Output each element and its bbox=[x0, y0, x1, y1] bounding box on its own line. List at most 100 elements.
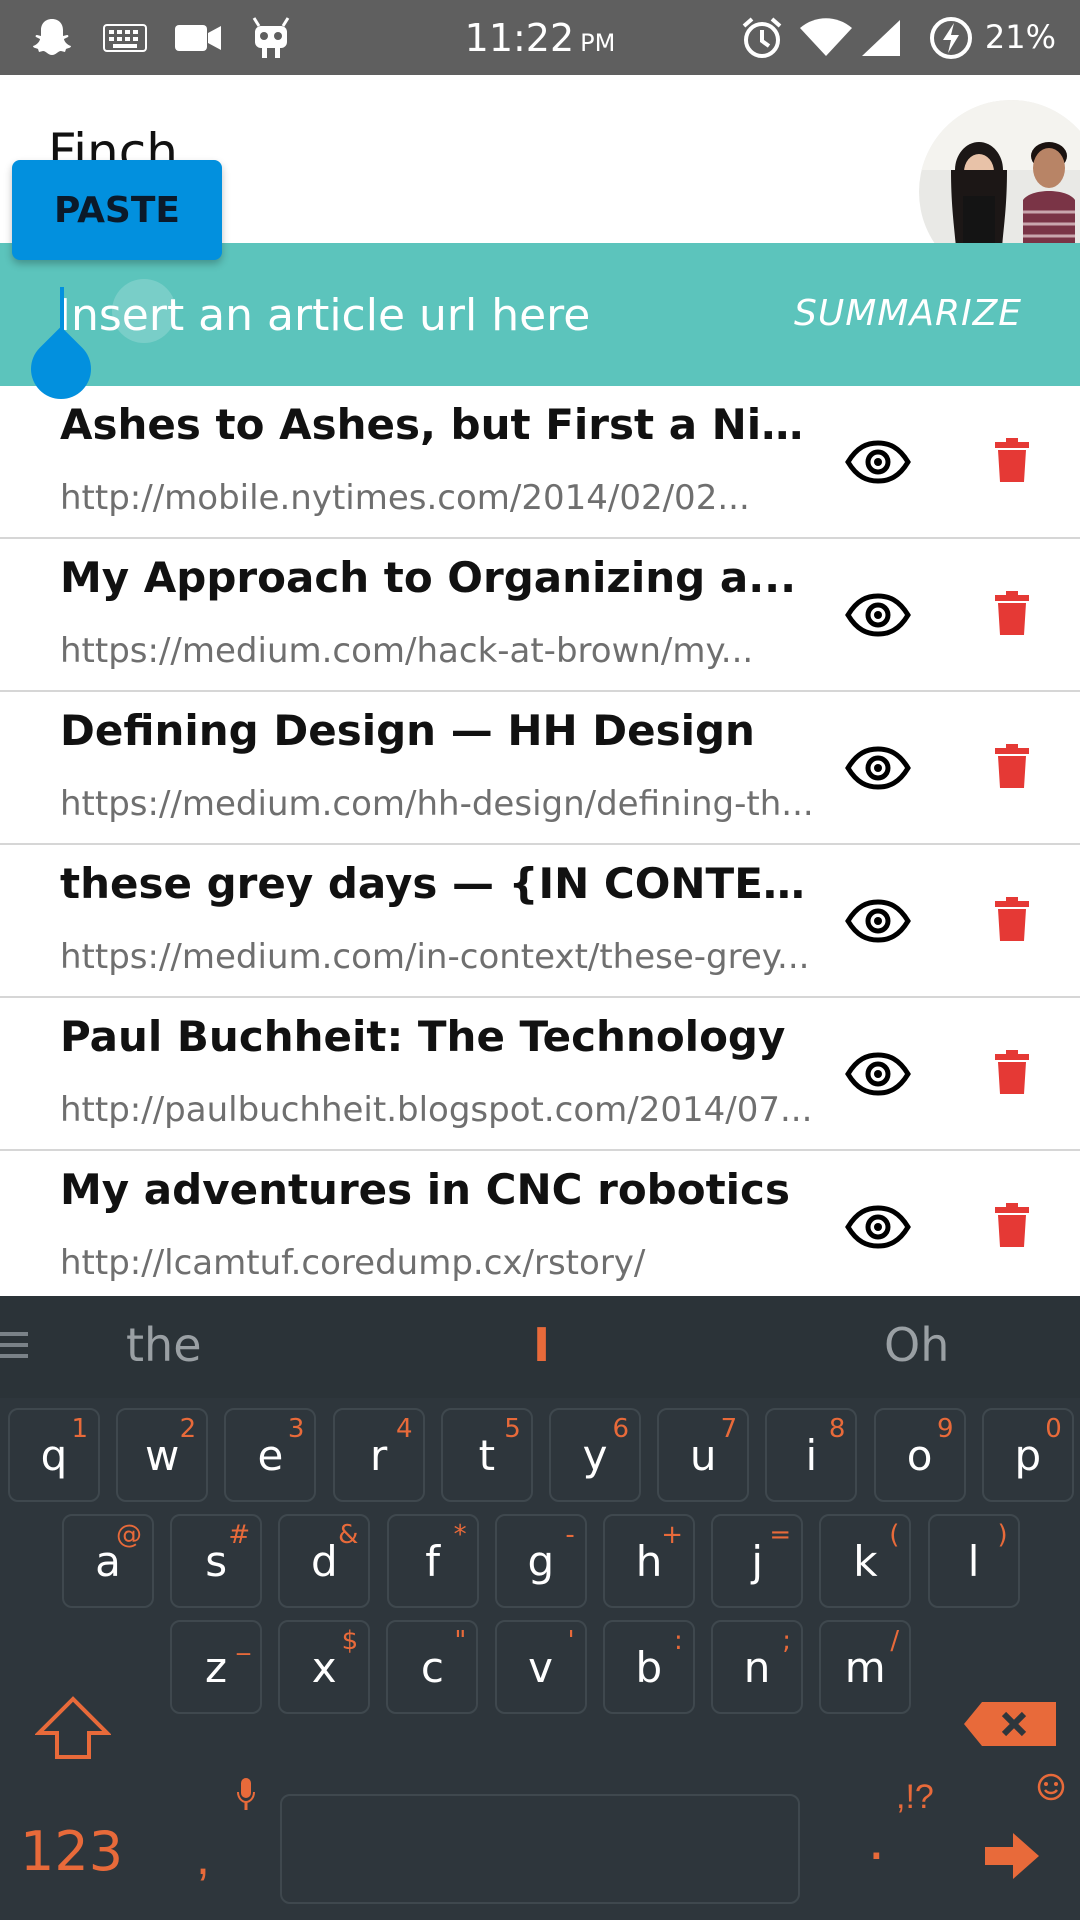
article-url: http://mobile.nytimes.com/2014/02/02... bbox=[60, 478, 750, 518]
wifi-icon bbox=[798, 14, 854, 62]
paste-button[interactable]: PASTE bbox=[12, 160, 222, 260]
key-label: y bbox=[582, 1431, 608, 1480]
key-label: x bbox=[311, 1643, 337, 1692]
key-label: n bbox=[743, 1643, 771, 1692]
article-row[interactable]: Paul Buchheit: The Technology http://pau… bbox=[0, 998, 1080, 1151]
space-bar[interactable] bbox=[280, 1794, 800, 1904]
key-label: f bbox=[425, 1537, 440, 1586]
key-v[interactable]: ' v bbox=[494, 1620, 587, 1714]
key-label: s bbox=[205, 1537, 228, 1586]
shift-key[interactable] bbox=[28, 1688, 118, 1768]
period-key[interactable]: . bbox=[868, 1804, 885, 1873]
view-icon[interactable] bbox=[842, 885, 914, 957]
key-label: p bbox=[1014, 1431, 1042, 1480]
key-label: g bbox=[527, 1537, 555, 1586]
key-j[interactable]: = j bbox=[711, 1514, 804, 1608]
clock: 11:22 PM bbox=[0, 16, 1080, 60]
view-icon[interactable] bbox=[842, 426, 914, 498]
numbers-mode-key[interactable]: 123 bbox=[20, 1820, 123, 1883]
key-n[interactable]: ; n bbox=[711, 1620, 803, 1714]
key-x[interactable]: $ x bbox=[278, 1620, 371, 1714]
key-k[interactable]: (k bbox=[819, 1514, 912, 1608]
key-label: b bbox=[635, 1643, 663, 1692]
key-o[interactable]: 9o bbox=[873, 1408, 966, 1502]
clock-time: 11:22 bbox=[464, 16, 575, 60]
key-label: a bbox=[95, 1537, 121, 1586]
key-label: m bbox=[844, 1643, 886, 1692]
key-w[interactable]: 2w bbox=[116, 1408, 209, 1502]
key-r[interactable]: 4r bbox=[332, 1408, 425, 1502]
key-label: t bbox=[478, 1431, 496, 1480]
avatar[interactable] bbox=[916, 97, 1080, 243]
key-label: w bbox=[145, 1431, 180, 1480]
article-title: My Approach to Organizing a... bbox=[60, 553, 797, 602]
article-row[interactable]: these grey days — {IN CONTEXT} https://m… bbox=[0, 845, 1080, 998]
key-label: o bbox=[906, 1431, 933, 1480]
delete-icon[interactable] bbox=[988, 883, 1036, 955]
punctuation-key[interactable]: ,!? bbox=[896, 1778, 934, 1817]
url-input[interactable]: Insert an article url here bbox=[58, 279, 758, 351]
key-label: j bbox=[751, 1537, 764, 1586]
comma-key[interactable]: , bbox=[196, 1828, 210, 1886]
status-bar: 11:22 PM 21% bbox=[0, 0, 1080, 75]
view-icon[interactable] bbox=[842, 1191, 914, 1263]
suggestion-right[interactable]: Oh bbox=[884, 1318, 949, 1372]
key-c[interactable]: " c bbox=[386, 1620, 479, 1714]
view-icon[interactable] bbox=[842, 579, 914, 651]
article-url: http://paulbuchheit.blogspot.com/2014/07… bbox=[60, 1090, 813, 1130]
menu-icon[interactable] bbox=[0, 1332, 28, 1362]
key-a[interactable]: @ a bbox=[62, 1514, 154, 1608]
key-f[interactable]: * f bbox=[386, 1514, 479, 1608]
article-url: https://medium.com/hh-design/defining-th… bbox=[60, 784, 814, 824]
article-url: https://medium.com/hack-at-brown/my... bbox=[60, 631, 754, 671]
article-title: Paul Buchheit: The Technology bbox=[60, 1012, 786, 1061]
article-row[interactable]: Defining Design — HH Design https://medi… bbox=[0, 692, 1080, 845]
key-q[interactable]: 1q bbox=[8, 1408, 100, 1502]
suggestion-left[interactable]: the bbox=[126, 1318, 202, 1372]
clock-ampm: PM bbox=[580, 29, 616, 57]
delete-icon[interactable] bbox=[988, 577, 1036, 649]
article-url: http://lcamtuf.coredump.cx/rstory/ bbox=[60, 1243, 646, 1283]
delete-icon[interactable] bbox=[988, 424, 1036, 496]
key-label: h bbox=[635, 1537, 663, 1586]
key-label: r bbox=[369, 1431, 388, 1480]
signal-icon bbox=[858, 14, 904, 62]
key-t[interactable]: 5t bbox=[440, 1408, 533, 1502]
article-row[interactable]: My Approach to Organizing a... https://m… bbox=[0, 539, 1080, 692]
key-label: i bbox=[805, 1431, 818, 1480]
article-row[interactable]: My adventures in CNC robotics http://lca… bbox=[0, 1151, 1080, 1296]
microphone-icon[interactable] bbox=[234, 1774, 258, 1814]
key-h[interactable]: + h bbox=[603, 1514, 695, 1608]
battery-percent: 21% bbox=[984, 18, 1056, 56]
emoji-icon[interactable] bbox=[1034, 1770, 1068, 1804]
key-e[interactable]: 3e bbox=[224, 1408, 317, 1502]
key-z[interactable]: _ z bbox=[170, 1620, 262, 1714]
key-label: k bbox=[853, 1537, 878, 1586]
soft-keyboard: the I Oh 1 q 2 w 3 e 4 r 5 t 6 y 7 u 8 i 9 o 0 p @ a # s & d * f - g +… bbox=[0, 1296, 1080, 1920]
delete-icon[interactable] bbox=[988, 730, 1036, 802]
article-list: Ashes to Ashes, but First a Nice Pin... … bbox=[0, 386, 1080, 1296]
key-i[interactable]: 8i bbox=[765, 1408, 858, 1502]
key-label: c bbox=[420, 1643, 444, 1692]
delete-icon[interactable] bbox=[988, 1189, 1036, 1261]
key-y[interactable]: 6y bbox=[549, 1408, 641, 1502]
enter-arrow-icon[interactable] bbox=[980, 1826, 1044, 1886]
suggestion-center[interactable]: I bbox=[533, 1318, 550, 1372]
key-d[interactable]: & d bbox=[278, 1514, 371, 1608]
key-label: q bbox=[40, 1431, 68, 1480]
view-icon[interactable] bbox=[842, 732, 914, 804]
summarize-button[interactable]: SUMMARIZE bbox=[794, 293, 1022, 334]
key-s[interactable]: # s bbox=[170, 1514, 263, 1608]
article-row[interactable]: Ashes to Ashes, but First a Nice Pin... … bbox=[0, 386, 1080, 539]
key-b[interactable]: :b bbox=[602, 1620, 695, 1714]
key-m[interactable]: / m bbox=[819, 1620, 912, 1714]
key-label: z bbox=[204, 1643, 228, 1692]
key-label: d bbox=[311, 1537, 338, 1586]
key-g[interactable]: -g bbox=[494, 1514, 587, 1608]
key-l[interactable]: ) l bbox=[927, 1514, 1020, 1608]
backspace-key[interactable] bbox=[962, 1696, 1058, 1752]
delete-icon[interactable] bbox=[988, 1036, 1036, 1108]
key-p[interactable]: 0p bbox=[981, 1408, 1074, 1502]
key-u[interactable]: 7u bbox=[657, 1408, 750, 1502]
view-icon[interactable] bbox=[842, 1038, 914, 1110]
